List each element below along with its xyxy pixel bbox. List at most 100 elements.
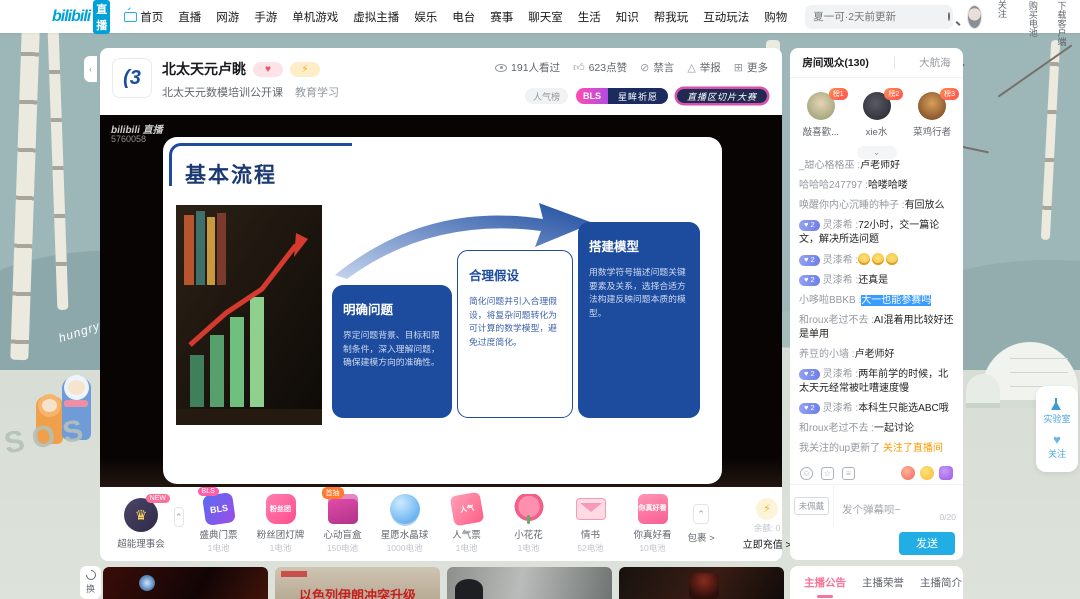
report-button[interactable]: △举报 — [687, 60, 720, 75]
nav-item-2[interactable]: 网游 — [216, 9, 239, 25]
streamer-tab-2[interactable]: 主播简介 — [920, 575, 962, 590]
super-club[interactable]: ♛ NEW 超能理事会 — [110, 498, 172, 550]
search-icon[interactable] — [948, 12, 950, 21]
gift-expand-button[interactable]: ⌃ — [693, 504, 709, 524]
danmaku-settings-icon[interactable]: ≡ — [842, 467, 855, 480]
clip-contest-badge[interactable]: 直播区切片大赛 — [676, 88, 768, 104]
streamer-tab-1[interactable]: 主播荣誉 — [862, 575, 904, 590]
chat-username[interactable]: _甜心格格巫 : — [799, 160, 860, 171]
package-link[interactable]: 包裹 > — [688, 530, 715, 544]
chat-message[interactable]: ♥2灵漆希 :还真是 — [799, 274, 954, 288]
bilibili-live-logo[interactable]: bilibili 直播 — [52, 0, 110, 34]
gift-blindbox[interactable]: 首抽心动盲盒150电池 — [314, 494, 372, 554]
chat-message[interactable]: 我关注的up更新了 关注了直播间 — [799, 442, 954, 456]
nav-item-13[interactable]: 互动玩法 — [703, 9, 749, 25]
popularity-rank-badge[interactable]: 人气榜 — [525, 88, 568, 104]
chat-message[interactable]: _甜心格格巫 :卢老师好 — [799, 160, 954, 173]
nav-item-11[interactable]: 知识 — [616, 9, 639, 25]
chat-username[interactable]: 灵漆希 : — [823, 275, 859, 286]
chat-message[interactable]: 哈哈哈247797 :哈喽哈喽 — [799, 179, 954, 193]
chat-message[interactable]: ♥2灵漆希 : — [799, 253, 954, 268]
chat-message[interactable]: ♥2灵漆希 :两年前学的时候，北太天元经常被吐嘈速度慢 — [799, 368, 954, 396]
chat-username[interactable]: 哈哈哈247797 : — [799, 180, 868, 191]
chat-username[interactable]: 灵漆希 : — [823, 255, 859, 266]
gift-loveletter[interactable]: 情书52电池 — [562, 494, 620, 554]
viewer-3[interactable]: 榜3菜鸡行者 — [911, 92, 953, 138]
nav-item-3[interactable]: 手游 — [254, 9, 277, 25]
search-input[interactable] — [813, 11, 948, 23]
user-avatar[interactable] — [967, 5, 982, 29]
search-box[interactable] — [805, 5, 953, 29]
recharge-link[interactable]: 立即充值 > — [743, 536, 792, 551]
nav-item-7[interactable]: 电台 — [452, 9, 475, 25]
nav-item-9[interactable]: 聊天室 — [528, 9, 563, 25]
gift-popticket[interactable]: 人气人气票1电池 — [438, 494, 496, 554]
bls-star-badge[interactable]: BLS 星眸祈愿 — [576, 88, 668, 104]
charge-badge[interactable]: ⚡ — [290, 62, 320, 77]
streamer-tab-0[interactable]: 主播公告 — [804, 575, 846, 590]
more-button[interactable]: ⊞更多 — [734, 60, 768, 75]
club-expand-button[interactable]: ⌃ — [174, 507, 184, 527]
gift-goodlook[interactable]: 你真好看你真好看10电池 — [624, 494, 682, 554]
chat-message[interactable]: 和roux老过不去 :一起讨论 — [799, 422, 954, 436]
chat-username[interactable]: 小哆啦BBKB : — [799, 295, 861, 306]
stream-thumbnail-2[interactable]: 以色列伊朗冲突升级 — [275, 567, 440, 599]
chat-username[interactable]: 灵漆希 : — [823, 369, 859, 380]
nav-item-12[interactable]: 帮我玩 — [654, 9, 689, 25]
chat-message[interactable]: 养豆的小墙 :卢老师好 — [799, 348, 954, 362]
sidebar-collapse-handle[interactable]: ‹ — [84, 56, 97, 82]
lab-button[interactable]: 实验室 — [1043, 398, 1070, 425]
chat-message[interactable]: 小哆啦BBKB :大一也能参赛吗 — [799, 294, 954, 308]
swap-recommend-button[interactable]: 换 — [80, 566, 101, 599]
sidebar-tab-0[interactable]: 房间观众(130) — [802, 55, 869, 70]
nav-action-下载客户端[interactable]: 下载客户端 — [1057, 0, 1073, 47]
likes-stat[interactable]: 👍︎623点赞 — [573, 60, 627, 75]
stream-thumbnail-3[interactable] — [447, 567, 612, 599]
streamer-avatar[interactable]: (3 — [112, 58, 152, 98]
system-link[interactable]: 关注了直播间 — [883, 443, 943, 454]
nav-action-关注[interactable]: 关注 — [998, 0, 1013, 47]
viewer-2[interactable]: 榜2xie水 — [856, 92, 898, 138]
chat-message[interactable]: ♥2灵漆希 :72小时，交一篇论文，解决所选问题 — [799, 219, 954, 247]
chat-username[interactable]: 和roux老过不去 : — [799, 315, 874, 326]
nav-item-10[interactable]: 生活 — [578, 9, 601, 25]
item-reaction-icon[interactable] — [939, 466, 953, 480]
chat-message-list[interactable]: 榜1菜鸡行者 :声音好多了_甜心格格巫 :卢老师好哈哈哈247797 :哈喽哈喽… — [790, 160, 963, 460]
nav-item-14[interactable]: 购物 — [764, 9, 787, 25]
nav-item-6[interactable]: 娱乐 — [414, 9, 437, 25]
video-player[interactable]: bilibili 直播 5760058 基本流程 — [100, 115, 782, 487]
sidebar-tab-1[interactable]: 大航海 — [919, 55, 951, 70]
send-button[interactable]: 发送 — [899, 532, 955, 555]
nav-item-1[interactable]: 直播 — [178, 9, 201, 25]
viewers-fold-button[interactable]: ⌄ — [857, 146, 897, 159]
gift-ticket-bls[interactable]: BLSBLS盛典门票1电池 — [190, 494, 248, 554]
like-reaction-icon[interactable] — [901, 466, 915, 480]
nav-item-8[interactable]: 赛事 — [490, 9, 513, 25]
badge-panel-icon[interactable]: ☆ — [821, 467, 834, 480]
stream-thumbnail-4[interactable] — [619, 567, 784, 599]
mute-button[interactable]: ⊘禁言 — [640, 60, 674, 75]
chat-message[interactable]: 唤醒你内心沉睡的种子 :有回放么 — [799, 199, 954, 213]
chat-username[interactable]: 灵漆希 : — [823, 220, 859, 231]
gift-flower[interactable]: 小花花1电池 — [500, 494, 558, 554]
chat-message[interactable]: 和roux老过不去 :AI混着用比较好还是单用 — [799, 314, 954, 342]
gift-crystal[interactable]: 星愿水晶球1000电池 — [376, 494, 434, 554]
viewer-1[interactable]: 榜1敲喜歡... — [800, 92, 842, 138]
nav-item-4[interactable]: 单机游戏 — [292, 9, 338, 25]
nav-item-5[interactable]: 虚拟主播 — [353, 9, 399, 25]
chat-username[interactable]: 养豆的小墙 : — [799, 349, 855, 360]
chat-username[interactable]: 唤醒你内心沉睡的种子 : — [799, 200, 905, 211]
gift-fanlight[interactable]: 粉丝团粉丝团灯牌1电池 — [252, 494, 310, 554]
heart-badge[interactable]: ♥ — [253, 62, 283, 77]
stream-thumbnail-1[interactable] — [103, 567, 268, 599]
nav-action-购买电池[interactable]: 购买电池 — [1029, 0, 1042, 47]
follow-button[interactable]: ♥ 关注 — [1048, 433, 1066, 460]
emoji-picker-icon[interactable]: ☺ — [800, 467, 813, 480]
medal-selector[interactable]: 未佩戴 — [790, 485, 834, 526]
face-reaction-icon[interactable] — [920, 466, 934, 480]
stream-category[interactable]: 教育学习 — [295, 84, 339, 100]
chat-username[interactable]: 和roux老过不去 : — [799, 423, 874, 434]
chat-username[interactable]: 灵漆希 : — [823, 403, 859, 414]
nav-item-0[interactable]: 首页 — [124, 9, 163, 25]
chat-message[interactable]: ♥2灵漆希 :本科生只能选ABC哦 — [799, 402, 954, 416]
